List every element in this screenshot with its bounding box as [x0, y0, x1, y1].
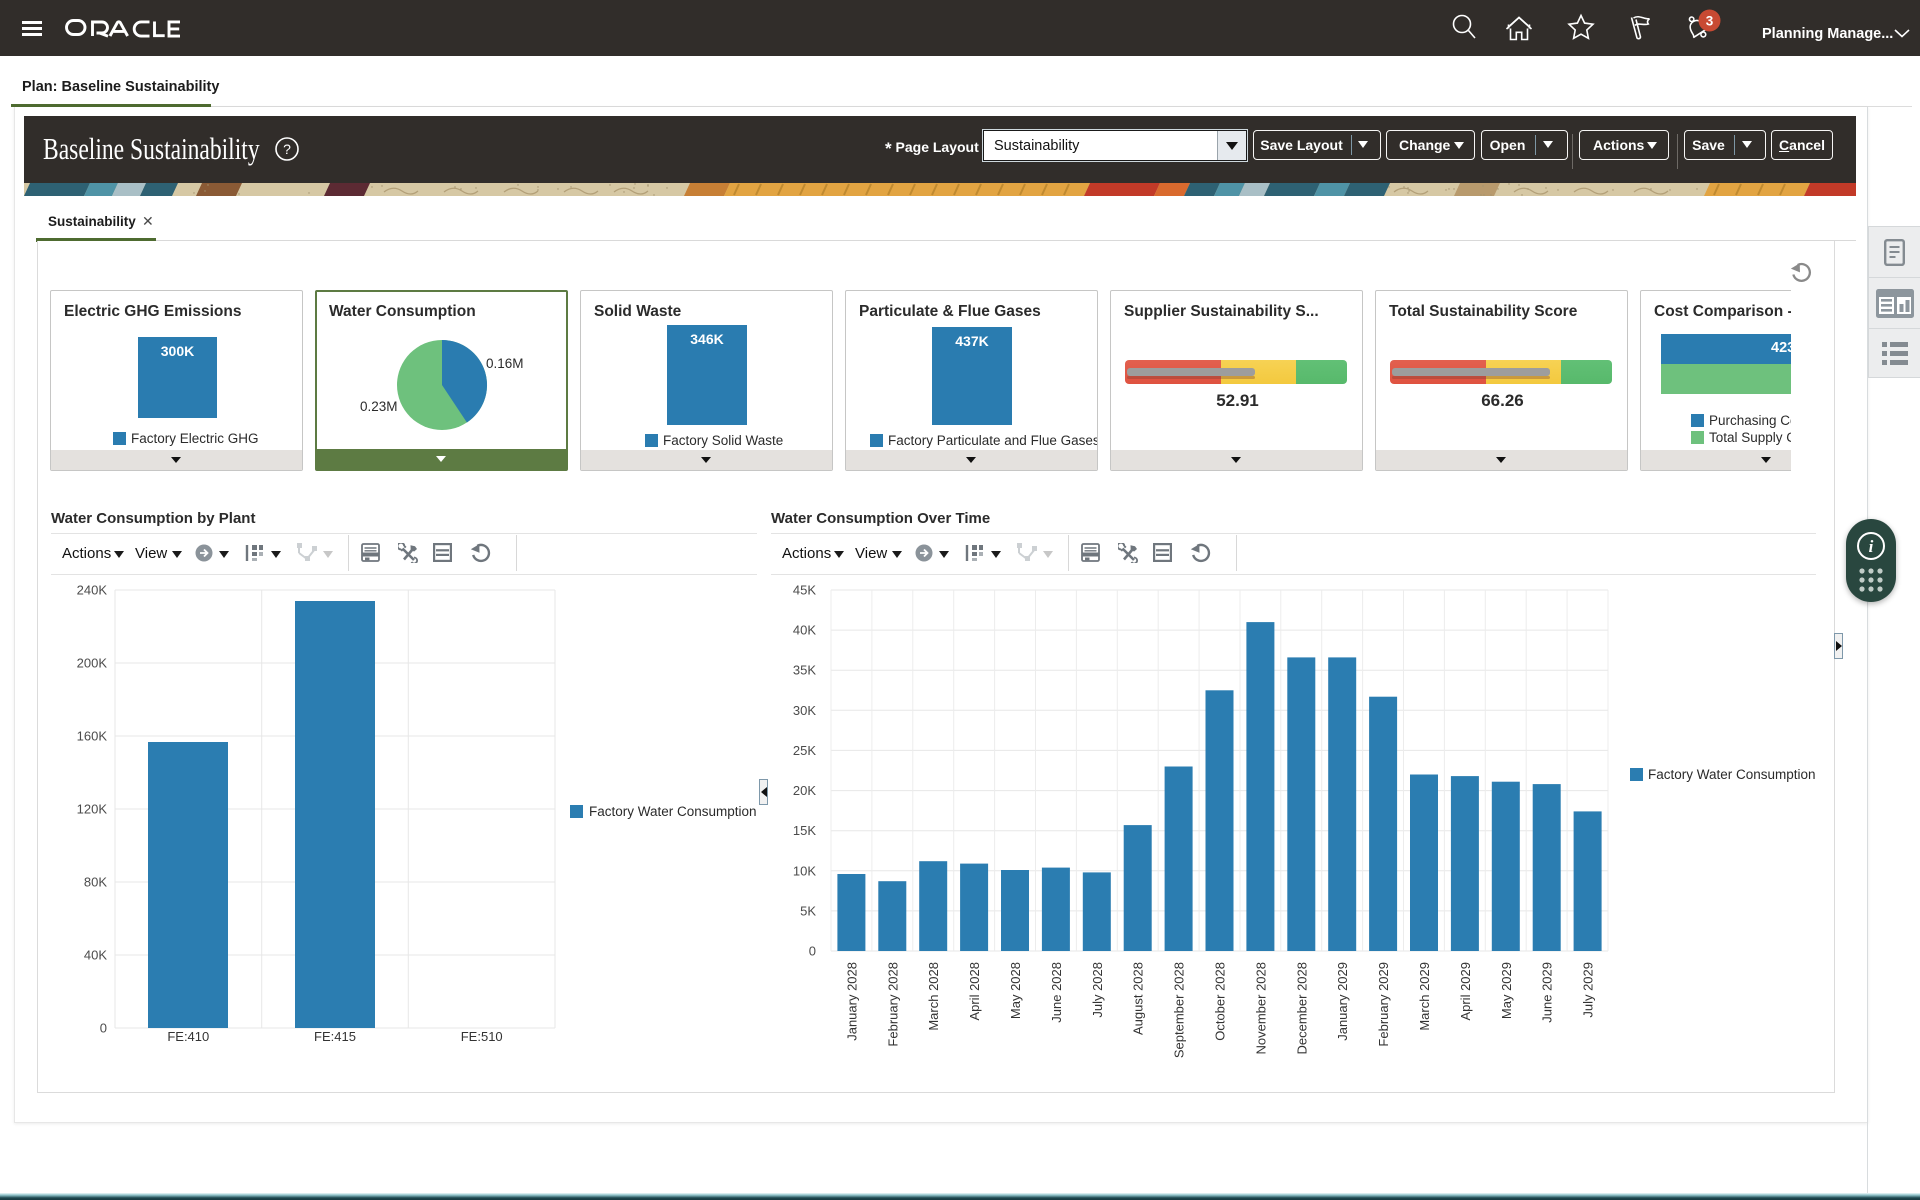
svg-text:May 2028: May 2028 — [1008, 962, 1023, 1019]
svg-text:FE:510: FE:510 — [461, 1029, 503, 1044]
svg-text:March 2028: March 2028 — [926, 962, 941, 1031]
svg-text:FE:410: FE:410 — [167, 1029, 209, 1044]
svg-text:July 2029: July 2029 — [1581, 962, 1596, 1018]
svg-text:February 2029: February 2029 — [1376, 962, 1391, 1047]
svg-text:0: 0 — [809, 944, 816, 959]
svg-text:80K: 80K — [84, 875, 107, 890]
svg-text:25K: 25K — [793, 743, 816, 758]
svg-text:Planning Manage...: Planning Manage... — [1762, 26, 1893, 42]
svg-text:Factory Water Consumption: Factory Water Consumption — [589, 804, 757, 819]
svg-text:December 2028: December 2028 — [1294, 962, 1309, 1055]
svg-text:Factory Water Consumption: Factory Water Consumption — [1648, 767, 1816, 782]
svg-text:?: ? — [283, 141, 291, 157]
svg-text:October 2028: October 2028 — [1213, 962, 1228, 1041]
svg-text:November 2028: November 2028 — [1253, 962, 1268, 1055]
svg-text:January 2029: January 2029 — [1335, 962, 1350, 1041]
svg-text:September 2028: September 2028 — [1172, 962, 1187, 1058]
svg-text:i: i — [1869, 537, 1874, 556]
svg-text:February 2028: February 2028 — [885, 962, 900, 1047]
svg-text:April 2029: April 2029 — [1458, 962, 1473, 1021]
svg-text:June 2028: June 2028 — [1049, 962, 1064, 1023]
svg-text:FE:415: FE:415 — [314, 1029, 356, 1044]
svg-text:35K: 35K — [793, 663, 816, 678]
svg-text:30K: 30K — [793, 703, 816, 718]
svg-text:August 2028: August 2028 — [1131, 962, 1146, 1035]
svg-text:45K: 45K — [793, 583, 816, 598]
svg-text:5K: 5K — [800, 903, 816, 918]
svg-text:April 2028: April 2028 — [967, 962, 982, 1021]
svg-text:10K: 10K — [793, 863, 816, 878]
svg-text:May 2029: May 2029 — [1499, 962, 1514, 1019]
svg-text:40K: 40K — [793, 623, 816, 638]
svg-text:March 2029: March 2029 — [1417, 962, 1432, 1031]
svg-text:240K: 240K — [77, 583, 108, 598]
svg-text:160K: 160K — [77, 729, 108, 744]
svg-text:40K: 40K — [84, 948, 107, 963]
svg-text:3: 3 — [1706, 14, 1714, 29]
svg-text:20K: 20K — [793, 783, 816, 798]
svg-text:200K: 200K — [77, 656, 108, 671]
svg-text:15K: 15K — [793, 823, 816, 838]
svg-text:0: 0 — [100, 1021, 107, 1036]
svg-text:July 2028: July 2028 — [1090, 962, 1105, 1018]
svg-text:120K: 120K — [77, 802, 108, 817]
svg-text:January 2028: January 2028 — [844, 962, 859, 1041]
svg-text:June 2029: June 2029 — [1540, 962, 1555, 1023]
